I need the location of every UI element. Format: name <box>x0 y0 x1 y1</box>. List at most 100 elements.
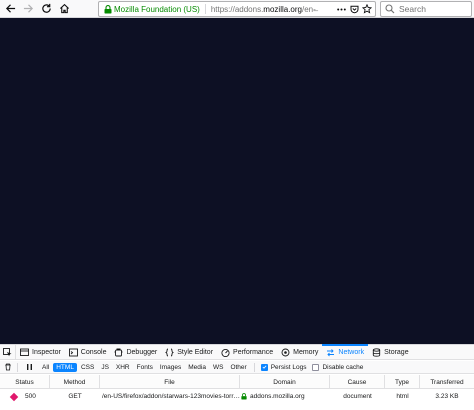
url-text[interactable]: https://addons.mozilla.org/en-̶ <box>211 5 336 14</box>
row-cause: document <box>343 393 372 400</box>
trash-icon <box>5 363 11 371</box>
request-table-header: Status Method File Domain Cause Type Tra… <box>0 375 474 389</box>
reload-button[interactable] <box>38 1 54 17</box>
pocket-icon[interactable] <box>349 4 359 14</box>
clear-button[interactable] <box>2 361 14 373</box>
filter-html[interactable]: HTML <box>53 362 77 372</box>
tab-label: Debugger <box>126 348 158 356</box>
tab-memory[interactable]: Memory <box>277 345 322 359</box>
tab-label: Console <box>80 348 107 356</box>
filter-fonts[interactable]: Fonts <box>134 363 156 372</box>
storage-icon <box>372 347 381 357</box>
site-identity[interactable]: Mozilla Foundation (US) <box>114 5 200 14</box>
row-type: html <box>396 393 409 400</box>
tab-label: Inspector <box>32 348 61 356</box>
domain-text: addons.mozilla.org <box>250 393 305 400</box>
filter-buttons: All HTML CSS JS XHR Fonts Images Media WS Other <box>39 362 251 372</box>
column-cause[interactable]: Cause <box>330 375 385 389</box>
disable-cache-label: Disable cache <box>322 363 364 371</box>
filter-css[interactable]: CSS <box>78 363 97 372</box>
filter-js[interactable]: JS <box>98 363 112 372</box>
element-picker-icon <box>3 347 12 356</box>
pause-button[interactable] <box>23 361 35 373</box>
reload-icon <box>41 3 51 13</box>
network-icon <box>326 348 335 357</box>
column-transferred[interactable]: Transferred <box>420 375 474 389</box>
console-icon <box>68 348 78 357</box>
status-code: 500 <box>25 393 36 400</box>
tab-storage[interactable]: Storage <box>368 345 413 359</box>
status-error-icon <box>9 392 19 401</box>
tab-performance[interactable]: Performance <box>217 345 277 359</box>
page-content[interactable] <box>0 18 474 344</box>
tab-console[interactable]: Console <box>65 345 111 359</box>
row-method: GET <box>68 393 82 400</box>
column-status[interactable]: Status <box>0 375 50 389</box>
home-icon <box>59 3 69 14</box>
pause-icon <box>26 364 32 370</box>
persist-logs-box[interactable] <box>260 363 268 371</box>
debugger-icon <box>114 348 123 357</box>
tab-inspector[interactable]: Inspector <box>16 345 65 359</box>
url-bar[interactable]: Mozilla Foundation (US) https://addons.m… <box>98 1 376 17</box>
column-type[interactable]: Type <box>385 375 420 389</box>
url-separator <box>204 4 206 14</box>
filter-xhr[interactable]: XHR <box>113 363 133 372</box>
column-method[interactable]: Method <box>50 375 100 389</box>
row-transferred: 3.23 KB <box>435 393 459 400</box>
checkmark-icon <box>262 365 267 369</box>
devtools-tabbar: Inspector Console Debugger Style Editor Perf… <box>0 344 474 360</box>
bookmark-star-icon[interactable] <box>362 4 372 14</box>
page-actions-icon[interactable] <box>336 4 346 14</box>
toolbar-separator <box>17 362 18 372</box>
column-file[interactable]: File <box>100 375 240 389</box>
filter-other[interactable]: Other <box>227 363 249 372</box>
url-actions <box>336 4 375 14</box>
lock-icon[interactable] <box>103 4 113 14</box>
url-host: mozilla.org <box>263 4 302 14</box>
tab-label: Network <box>338 348 365 356</box>
forward-button[interactable] <box>20 1 36 17</box>
tab-style-editor[interactable]: Style Editor <box>161 345 217 359</box>
url-host-prefix: addons. <box>234 4 264 14</box>
toolbar-separator <box>253 362 255 372</box>
persist-logs-checkbox[interactable]: Persist Logs <box>260 363 307 371</box>
back-arrow-icon <box>5 4 15 13</box>
secure-lock-icon <box>241 393 247 400</box>
home-button[interactable] <box>56 1 72 17</box>
back-button[interactable] <box>2 1 18 17</box>
tab-label: Performance <box>233 348 274 356</box>
forward-arrow-icon <box>23 4 33 13</box>
persist-logs-label: Persist Logs <box>270 363 307 371</box>
devtools-tab-list: Inspector Console Debugger Style Editor Perf… <box>16 344 413 359</box>
memory-icon <box>281 348 290 357</box>
style-editor-icon <box>165 348 175 357</box>
filter-ws[interactable]: WS <box>210 363 226 372</box>
element-picker-button[interactable] <box>0 345 16 359</box>
tab-debugger[interactable]: Debugger <box>110 345 161 359</box>
devtools-panel: Inspector Console Debugger Style Editor Perf… <box>0 344 474 410</box>
disable-cache-box[interactable] <box>312 363 320 371</box>
search-icon[interactable] <box>384 3 396 15</box>
tab-label: Style Editor <box>177 348 214 356</box>
row-status: 500 <box>0 390 50 403</box>
tab-network[interactable]: Network <box>322 344 368 359</box>
search-input[interactable] <box>399 4 471 14</box>
filter-all[interactable]: All <box>39 363 52 372</box>
search-bar[interactable] <box>380 1 472 17</box>
filter-media[interactable]: Media <box>185 363 209 372</box>
filter-images[interactable]: Images <box>157 363 184 372</box>
url-scheme: https:// <box>210 4 235 14</box>
url-path: /en-̶ <box>301 4 316 14</box>
row-domain: addons.mozilla.org <box>240 390 330 403</box>
performance-icon <box>221 348 230 357</box>
tab-label: Storage <box>384 348 409 356</box>
table-row[interactable]: 500 GET /en-US/firefox/addon/starwars-12… <box>0 390 474 403</box>
row-file: /en-US/firefox/addon/starwars-123movies-… <box>102 393 240 400</box>
inspector-icon <box>20 348 29 357</box>
network-toolbar: All HTML CSS JS XHR Fonts Images Media WS Other P… <box>0 361 474 374</box>
tab-label: Memory <box>293 348 319 356</box>
column-domain[interactable]: Domain <box>240 375 330 389</box>
disable-cache-checkbox[interactable]: Disable cache <box>312 363 364 371</box>
browser-toolbar: Mozilla Foundation (US) https://addons.m… <box>0 0 474 18</box>
